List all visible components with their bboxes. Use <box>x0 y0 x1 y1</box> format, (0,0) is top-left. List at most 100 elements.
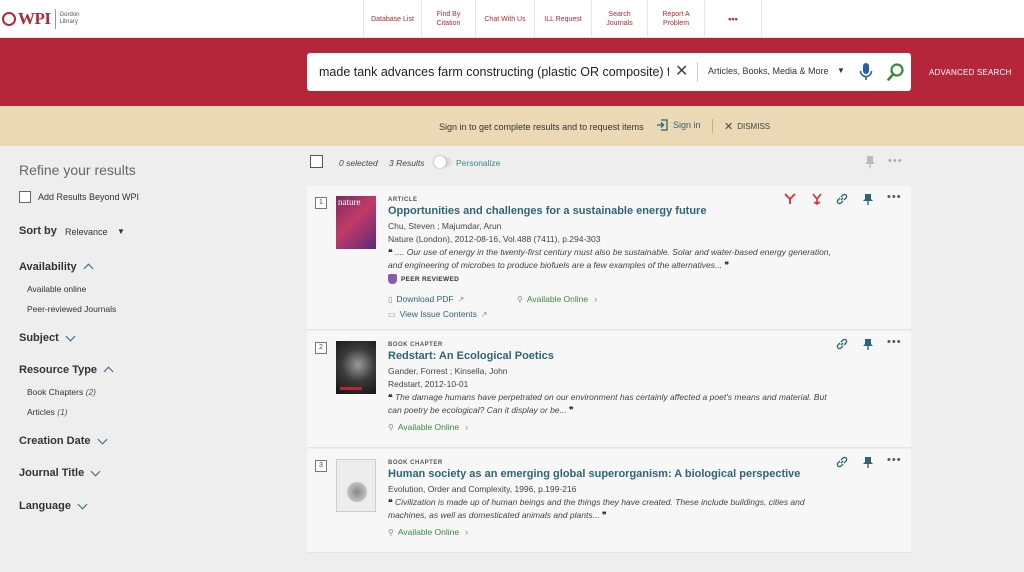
facet-creation-date[interactable]: Creation Date <box>19 434 107 447</box>
nav-chat-with-us[interactable]: Chat With Us <box>475 0 534 38</box>
sort-caret-icon[interactable]: ▼ <box>117 227 125 236</box>
facet-label: Subject <box>19 332 59 344</box>
select-all-checkbox[interactable] <box>310 155 323 168</box>
result-thumbnail[interactable]: nature <box>336 196 376 249</box>
wpi-seal-icon <box>2 12 16 26</box>
microphone-icon[interactable] <box>858 62 874 82</box>
facet-subject[interactable]: Subject <box>19 331 76 344</box>
snippet-line1: The damage humans have perpetrated on ou… <box>394 392 827 402</box>
open-quote-icon: ❝ <box>388 247 393 257</box>
nav-search-journals[interactable]: Search Journals <box>591 0 647 38</box>
facet-option-available-online[interactable]: Available online <box>27 284 86 294</box>
close-quote-icon: ❞ <box>724 260 730 270</box>
nav-database-list[interactable]: Database List <box>363 0 421 38</box>
facet-availability[interactable]: Availability <box>19 261 94 274</box>
clear-search-icon[interactable]: ✕ <box>675 62 689 82</box>
facet-label: Creation Date <box>19 435 91 447</box>
sort-select[interactable]: Relevance <box>65 227 108 237</box>
checkbox-icon[interactable] <box>19 191 31 203</box>
export-icon[interactable] <box>811 193 823 205</box>
result-snippet: ❝ The damage humans have perpetrated on … <box>388 391 868 417</box>
download-pdf-link[interactable]: ▯ Download PDF ↗ <box>388 294 468 304</box>
beyond-wpi-checkbox[interactable]: Add Results Beyond WPI <box>19 191 139 203</box>
result-number[interactable]: 2 <box>315 342 327 354</box>
available-label: Available Online <box>526 294 589 304</box>
snippet-line2: and engineering of microbes to produce b… <box>388 260 723 270</box>
result-snippet: ❝ Civilization is made up of human being… <box>388 496 868 522</box>
pdf-icon: ▯ <box>388 294 393 304</box>
library-logo[interactable]: WPI Gordon Library <box>2 7 80 31</box>
result-title[interactable]: Human society as an emerging global supe… <box>388 468 800 480</box>
result-thumbnail[interactable] <box>336 341 376 394</box>
more-options-icon[interactable]: ••• <box>887 191 902 203</box>
available-online-link[interactable]: ⚲ Available Online › <box>388 527 468 537</box>
personalize-label[interactable]: Personalize <box>456 158 500 168</box>
more-options-icon[interactable]: ••• <box>887 336 902 348</box>
close-icon: ✕ <box>724 121 734 133</box>
snippet-line1: Civilization is made up of human beings … <box>394 497 805 507</box>
peer-reviewed-label: PEER REVIEWED <box>401 275 460 283</box>
search-separator <box>697 62 698 82</box>
scope-caret-icon[interactable]: ▼ <box>837 66 845 75</box>
result-type: BOOK CHAPTER <box>388 342 443 348</box>
external-link-icon: ↗ <box>480 309 488 319</box>
result-number[interactable]: 3 <box>315 460 327 472</box>
signin-button[interactable]: Sign in <box>656 119 701 131</box>
top-nav: Database List Find By Citation Chat With… <box>363 0 762 38</box>
search-input[interactable] <box>319 63 669 81</box>
facet-journal-title[interactable]: Journal Title <box>19 466 101 479</box>
dismiss-button[interactable]: ✕ DISMISS <box>724 120 770 133</box>
pin-icon[interactable] <box>862 193 874 205</box>
more-options-icon[interactable]: ••• <box>888 155 903 167</box>
more-options-icon[interactable]: ••• <box>887 454 902 466</box>
thumbnail-text: nature <box>338 197 361 207</box>
results-count: 3 Results <box>389 158 425 168</box>
nav-report-problem[interactable]: Report A Problem <box>647 0 704 38</box>
result-title[interactable]: Opportunities and challenges for a susta… <box>388 205 706 217</box>
beyond-label: Add Results Beyond WPI <box>38 192 140 202</box>
personalize-toggle[interactable] <box>434 156 452 168</box>
result-authors: Gander, Forrest ; Kinsella, John <box>388 366 508 376</box>
peer-reviewed-badge: PEER REVIEWED <box>388 274 459 284</box>
search-icon[interactable] <box>886 62 906 82</box>
search-scope-select[interactable]: Articles, Books, Media & More <box>708 66 829 76</box>
thumbnail-bar <box>340 387 362 390</box>
facet-option-articles[interactable]: Articles (1) <box>27 407 68 417</box>
available-online-link[interactable]: ⚲ Available Online › <box>517 294 597 304</box>
pin-icon[interactable] <box>862 456 874 468</box>
facet-option-peer-reviewed[interactable]: Peer-reviewed Journals <box>27 304 116 314</box>
view-issue-contents-link[interactable]: ▭ View Issue Contents ↗ <box>388 309 492 319</box>
result-type: ARTICLE <box>388 197 418 203</box>
chevron-down-icon <box>90 466 101 476</box>
facet-option-book-chapters[interactable]: Book Chapters (2) <box>27 387 96 397</box>
available-online-link[interactable]: ⚲ Available Online › <box>388 422 468 432</box>
advanced-search-link[interactable]: ADVANCED SEARCH <box>929 68 1011 77</box>
result-authors: Chu, Steven ; Majumdar, Arun <box>388 221 502 231</box>
nav-more-icon[interactable]: ••• <box>704 0 762 38</box>
external-link-icon: ↗ <box>457 294 465 304</box>
snippet-line2: can poetry be ecological? Can it display… <box>388 405 567 415</box>
search-band: ✕ Articles, Books, Media & More ▼ ADVANC… <box>0 38 1024 106</box>
permalink-icon[interactable] <box>836 338 848 350</box>
permalink-icon[interactable] <box>836 456 848 468</box>
facet-label: Language <box>19 500 71 512</box>
library-name: Gordon Library <box>60 12 80 26</box>
nav-ill-request[interactable]: ILL Request <box>534 0 591 38</box>
result-number[interactable]: 1 <box>315 197 327 209</box>
view-issue-label: View Issue Contents <box>399 309 477 319</box>
nav-find-by-citation[interactable]: Find By Citation <box>421 0 475 38</box>
link-icon: ⚲ <box>388 422 394 432</box>
facet-language[interactable]: Language <box>19 499 88 512</box>
cite-icon[interactable] <box>784 193 796 205</box>
logo-divider <box>54 9 56 29</box>
pin-icon[interactable] <box>862 338 874 350</box>
facet-option-label: Book Chapters <box>27 387 84 397</box>
pin-icon[interactable] <box>864 155 876 169</box>
snippet-line2: machines, as well as domesticated animal… <box>388 510 600 520</box>
result-source: Nature (London), 2012-08-16, Vol.488 (74… <box>388 234 601 244</box>
facet-resource-type[interactable]: Resource Type <box>19 364 114 377</box>
available-label: Available Online <box>397 422 460 432</box>
result-title[interactable]: Redstart: An Ecological Poetics <box>388 350 554 362</box>
permalink-icon[interactable] <box>836 193 848 205</box>
result-thumbnail[interactable] <box>336 459 376 512</box>
